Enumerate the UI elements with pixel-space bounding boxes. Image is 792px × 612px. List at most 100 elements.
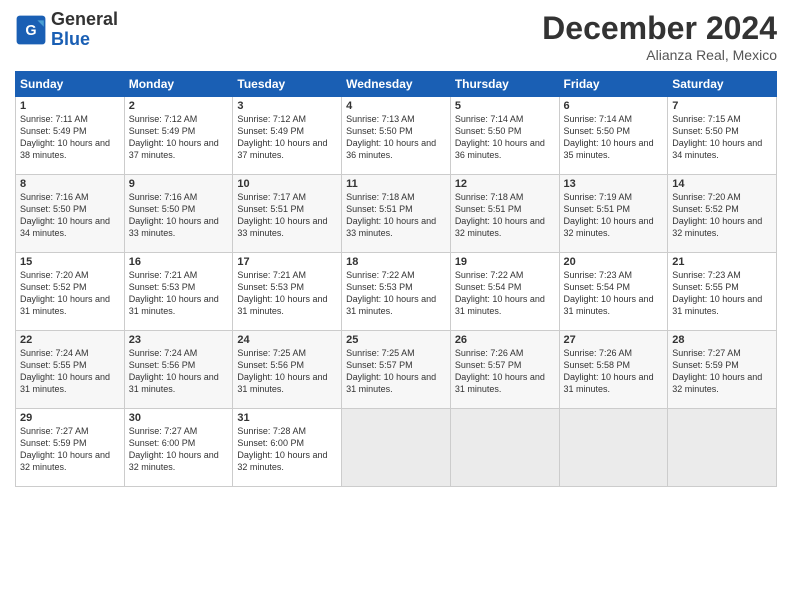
day-info: Sunrise: 7:24 AM Sunset: 5:55 PM Dayligh…: [20, 347, 120, 396]
col-monday: Monday: [124, 72, 233, 97]
calendar-container: G General Blue December 2024 Alianza Rea…: [0, 0, 792, 612]
day-info: Sunrise: 7:27 AM Sunset: 6:00 PM Dayligh…: [129, 425, 229, 474]
calendar-body: 1Sunrise: 7:11 AM Sunset: 5:49 PM Daylig…: [16, 97, 777, 487]
calendar-cell: 26Sunrise: 7:26 AM Sunset: 5:57 PM Dayli…: [450, 331, 559, 409]
day-number: 19: [455, 256, 555, 268]
day-info: Sunrise: 7:21 AM Sunset: 5:53 PM Dayligh…: [237, 269, 337, 318]
day-number: 25: [346, 334, 446, 346]
day-number: 22: [20, 334, 120, 346]
day-number: 13: [564, 178, 664, 190]
title-block: December 2024 Alianza Real, Mexico: [542, 10, 777, 63]
logo: G General Blue: [15, 10, 118, 50]
calendar-week-3: 22Sunrise: 7:24 AM Sunset: 5:55 PM Dayli…: [16, 331, 777, 409]
calendar-cell: 31Sunrise: 7:28 AM Sunset: 6:00 PM Dayli…: [233, 409, 342, 487]
day-number: 21: [672, 256, 772, 268]
col-sunday: Sunday: [16, 72, 125, 97]
day-number: 5: [455, 100, 555, 112]
svg-text:G: G: [25, 23, 36, 39]
calendar-cell: 20Sunrise: 7:23 AM Sunset: 5:54 PM Dayli…: [559, 253, 668, 331]
day-info: Sunrise: 7:14 AM Sunset: 5:50 PM Dayligh…: [455, 113, 555, 162]
day-info: Sunrise: 7:19 AM Sunset: 5:51 PM Dayligh…: [564, 191, 664, 240]
day-number: 30: [129, 412, 229, 424]
calendar-cell: 16Sunrise: 7:21 AM Sunset: 5:53 PM Dayli…: [124, 253, 233, 331]
day-info: Sunrise: 7:14 AM Sunset: 5:50 PM Dayligh…: [564, 113, 664, 162]
day-number: 7: [672, 100, 772, 112]
calendar-cell: 22Sunrise: 7:24 AM Sunset: 5:55 PM Dayli…: [16, 331, 125, 409]
calendar-cell: 7Sunrise: 7:15 AM Sunset: 5:50 PM Daylig…: [668, 97, 777, 175]
day-info: Sunrise: 7:15 AM Sunset: 5:50 PM Dayligh…: [672, 113, 772, 162]
day-number: 1: [20, 100, 120, 112]
day-number: 26: [455, 334, 555, 346]
calendar-cell: 19Sunrise: 7:22 AM Sunset: 5:54 PM Dayli…: [450, 253, 559, 331]
col-saturday: Saturday: [668, 72, 777, 97]
day-number: 9: [129, 178, 229, 190]
calendar-cell: 27Sunrise: 7:26 AM Sunset: 5:58 PM Dayli…: [559, 331, 668, 409]
day-info: Sunrise: 7:26 AM Sunset: 5:57 PM Dayligh…: [455, 347, 555, 396]
calendar-cell: 17Sunrise: 7:21 AM Sunset: 5:53 PM Dayli…: [233, 253, 342, 331]
day-number: 24: [237, 334, 337, 346]
day-number: 16: [129, 256, 229, 268]
logo-line2: Blue: [51, 30, 118, 50]
day-info: Sunrise: 7:18 AM Sunset: 5:51 PM Dayligh…: [346, 191, 446, 240]
calendar-cell: 9Sunrise: 7:16 AM Sunset: 5:50 PM Daylig…: [124, 175, 233, 253]
calendar-cell: 23Sunrise: 7:24 AM Sunset: 5:56 PM Dayli…: [124, 331, 233, 409]
col-thursday: Thursday: [450, 72, 559, 97]
col-tuesday: Tuesday: [233, 72, 342, 97]
day-info: Sunrise: 7:25 AM Sunset: 5:56 PM Dayligh…: [237, 347, 337, 396]
calendar-cell: [342, 409, 451, 487]
calendar-table: Sunday Monday Tuesday Wednesday Thursday…: [15, 71, 777, 487]
day-info: Sunrise: 7:23 AM Sunset: 5:55 PM Dayligh…: [672, 269, 772, 318]
day-number: 31: [237, 412, 337, 424]
calendar-cell: 5Sunrise: 7:14 AM Sunset: 5:50 PM Daylig…: [450, 97, 559, 175]
calendar-cell: 1Sunrise: 7:11 AM Sunset: 5:49 PM Daylig…: [16, 97, 125, 175]
calendar-cell: 8Sunrise: 7:16 AM Sunset: 5:50 PM Daylig…: [16, 175, 125, 253]
day-number: 29: [20, 412, 120, 424]
day-number: 10: [237, 178, 337, 190]
day-info: Sunrise: 7:21 AM Sunset: 5:53 PM Dayligh…: [129, 269, 229, 318]
calendar-cell: 11Sunrise: 7:18 AM Sunset: 5:51 PM Dayli…: [342, 175, 451, 253]
calendar-cell: 4Sunrise: 7:13 AM Sunset: 5:50 PM Daylig…: [342, 97, 451, 175]
day-info: Sunrise: 7:16 AM Sunset: 5:50 PM Dayligh…: [129, 191, 229, 240]
day-number: 28: [672, 334, 772, 346]
day-info: Sunrise: 7:17 AM Sunset: 5:51 PM Dayligh…: [237, 191, 337, 240]
logo-line1: General: [51, 10, 118, 30]
col-wednesday: Wednesday: [342, 72, 451, 97]
calendar-cell: [559, 409, 668, 487]
calendar-cell: 25Sunrise: 7:25 AM Sunset: 5:57 PM Dayli…: [342, 331, 451, 409]
calendar-cell: [668, 409, 777, 487]
day-info: Sunrise: 7:18 AM Sunset: 5:51 PM Dayligh…: [455, 191, 555, 240]
calendar-cell: 3Sunrise: 7:12 AM Sunset: 5:49 PM Daylig…: [233, 97, 342, 175]
calendar-cell: 18Sunrise: 7:22 AM Sunset: 5:53 PM Dayli…: [342, 253, 451, 331]
calendar-cell: 12Sunrise: 7:18 AM Sunset: 5:51 PM Dayli…: [450, 175, 559, 253]
day-number: 8: [20, 178, 120, 190]
day-info: Sunrise: 7:20 AM Sunset: 5:52 PM Dayligh…: [20, 269, 120, 318]
col-friday: Friday: [559, 72, 668, 97]
calendar-cell: 14Sunrise: 7:20 AM Sunset: 5:52 PM Dayli…: [668, 175, 777, 253]
day-info: Sunrise: 7:26 AM Sunset: 5:58 PM Dayligh…: [564, 347, 664, 396]
calendar-cell: 6Sunrise: 7:14 AM Sunset: 5:50 PM Daylig…: [559, 97, 668, 175]
calendar-cell: 2Sunrise: 7:12 AM Sunset: 5:49 PM Daylig…: [124, 97, 233, 175]
day-number: 18: [346, 256, 446, 268]
day-number: 2: [129, 100, 229, 112]
calendar-week-4: 29Sunrise: 7:27 AM Sunset: 5:59 PM Dayli…: [16, 409, 777, 487]
day-number: 6: [564, 100, 664, 112]
day-info: Sunrise: 7:11 AM Sunset: 5:49 PM Dayligh…: [20, 113, 120, 162]
day-number: 14: [672, 178, 772, 190]
calendar-cell: 10Sunrise: 7:17 AM Sunset: 5:51 PM Dayli…: [233, 175, 342, 253]
calendar-week-0: 1Sunrise: 7:11 AM Sunset: 5:49 PM Daylig…: [16, 97, 777, 175]
day-info: Sunrise: 7:25 AM Sunset: 5:57 PM Dayligh…: [346, 347, 446, 396]
calendar-cell: 30Sunrise: 7:27 AM Sunset: 6:00 PM Dayli…: [124, 409, 233, 487]
day-number: 20: [564, 256, 664, 268]
day-info: Sunrise: 7:27 AM Sunset: 5:59 PM Dayligh…: [672, 347, 772, 396]
day-info: Sunrise: 7:24 AM Sunset: 5:56 PM Dayligh…: [129, 347, 229, 396]
day-info: Sunrise: 7:12 AM Sunset: 5:49 PM Dayligh…: [129, 113, 229, 162]
calendar-cell: 21Sunrise: 7:23 AM Sunset: 5:55 PM Dayli…: [668, 253, 777, 331]
day-info: Sunrise: 7:22 AM Sunset: 5:53 PM Dayligh…: [346, 269, 446, 318]
header: G General Blue December 2024 Alianza Rea…: [15, 10, 777, 63]
day-number: 15: [20, 256, 120, 268]
day-info: Sunrise: 7:22 AM Sunset: 5:54 PM Dayligh…: [455, 269, 555, 318]
calendar-cell: 13Sunrise: 7:19 AM Sunset: 5:51 PM Dayli…: [559, 175, 668, 253]
calendar-cell: 28Sunrise: 7:27 AM Sunset: 5:59 PM Dayli…: [668, 331, 777, 409]
day-info: Sunrise: 7:20 AM Sunset: 5:52 PM Dayligh…: [672, 191, 772, 240]
day-info: Sunrise: 7:16 AM Sunset: 5:50 PM Dayligh…: [20, 191, 120, 240]
